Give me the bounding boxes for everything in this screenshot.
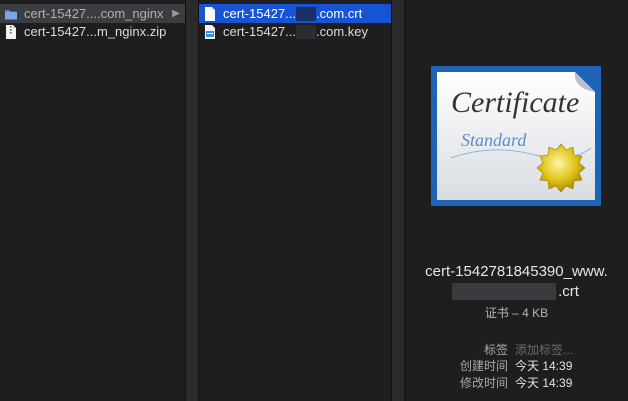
preview-filename-line2: .crt xyxy=(558,283,579,300)
meta-label-tags: 标签 xyxy=(483,343,508,357)
disclosure-arrow-icon: ▶ xyxy=(172,8,180,19)
crt-redaction xyxy=(296,7,316,22)
finder-column-2: cert-15427... .com.crt cert-15427... .com.… xyxy=(199,0,391,401)
key-redaction xyxy=(296,25,316,40)
certificate-icon: Certificate Standard xyxy=(431,66,601,206)
folder-item-cert-nginx[interactable]: cert-15427....com_nginx ▶ xyxy=(0,4,185,23)
finder-column-1: cert-15427....com_nginx ▶ cert-15427...m… xyxy=(0,0,185,401)
certificate-title: Certificate xyxy=(451,86,579,119)
certificate-subtitle: Standard xyxy=(461,130,527,150)
add-tags-field[interactable]: 添加标签... xyxy=(515,342,573,359)
preview-pane: Certificate Standard cert-1542781845390_… xyxy=(405,0,628,401)
file-item-crt[interactable]: cert-15427... .com.crt xyxy=(199,4,391,23)
meta-label-created: 创建时间 xyxy=(459,359,508,373)
column-divider[interactable] xyxy=(185,0,199,401)
zip-label: cert-15427...m_nginx.zip xyxy=(24,24,167,39)
preview-filename-line1: cert-1542781845390_www. xyxy=(425,263,608,280)
crt-label-suffix: .com.crt xyxy=(316,5,363,21)
key-label-prefix: cert-15427 xyxy=(223,23,286,39)
file-item-zip[interactable]: cert-15427...m_nginx.zip xyxy=(0,22,185,41)
key-label-suffix: .com.key xyxy=(316,23,369,39)
folder-icon xyxy=(5,9,17,19)
zip-file-icon xyxy=(6,24,16,39)
meta-value-created: 今天 14:39 xyxy=(515,359,573,373)
meta-label-modified: 修改时间 xyxy=(459,376,508,390)
file-item-key[interactable]: cert-15427... .com.key xyxy=(199,22,391,41)
column-divider[interactable] xyxy=(391,0,405,401)
meta-value-modified: 今天 14:39 xyxy=(515,376,573,390)
folder-label: cert-15427....com_nginx xyxy=(24,6,164,21)
crt-label-dots: ... xyxy=(285,5,296,21)
document-icon xyxy=(205,6,215,21)
crt-label-prefix: cert-15427 xyxy=(223,5,286,21)
key-file-icon xyxy=(205,24,215,39)
key-label-dots: ... xyxy=(285,23,296,39)
file-kind-size: 证书 – 4 KB xyxy=(484,306,549,320)
